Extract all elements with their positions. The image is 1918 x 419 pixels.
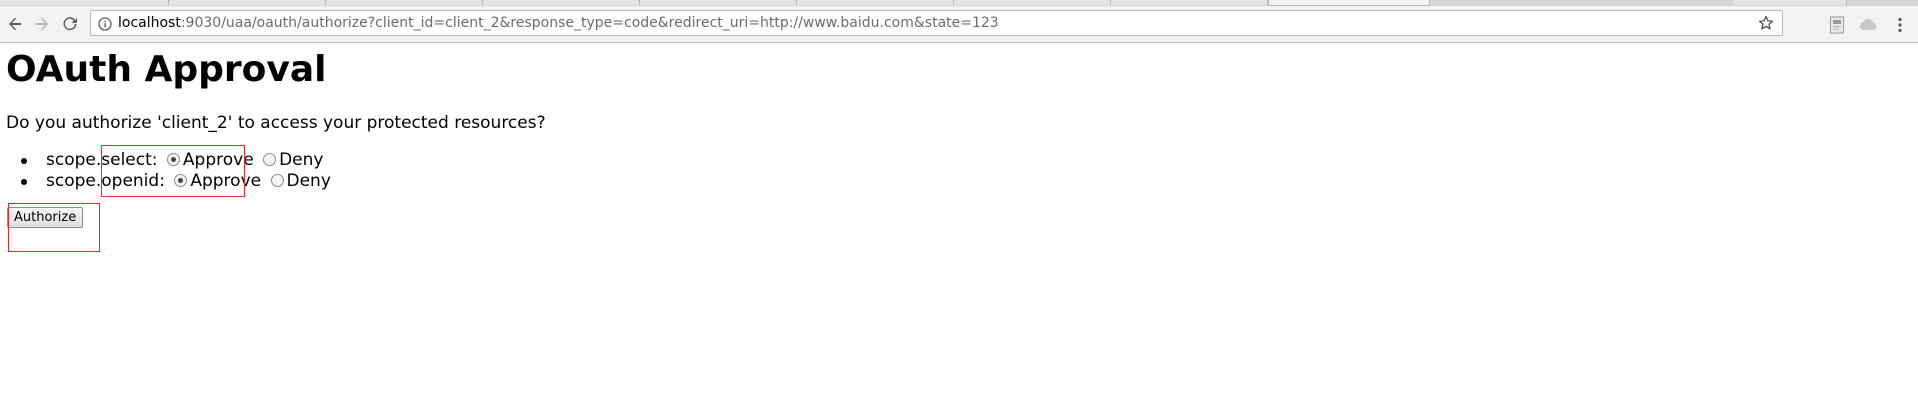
approve-highlight-box: [101, 145, 245, 197]
browser-tab[interactable]: [797, 0, 954, 5]
browser-tab[interactable]: [0, 0, 169, 5]
browser-tab[interactable]: [483, 0, 640, 5]
deny-radio[interactable]: [263, 153, 277, 166]
list-bullet: [21, 158, 27, 164]
deny-label[interactable]: Deny: [287, 171, 331, 191]
url-text[interactable]: localhost:9030/uaa/oauth/authorize?clien…: [118, 15, 999, 32]
pdf-extension-icon[interactable]: [1828, 16, 1846, 34]
deny-label[interactable]: Deny: [279, 150, 323, 170]
arrow-right-icon[interactable]: [33, 15, 51, 33]
arrow-left-icon[interactable]: [6, 15, 24, 33]
info-icon[interactable]: [98, 16, 112, 31]
deny-radio[interactable]: [270, 174, 284, 187]
browser-tab[interactable]: [640, 0, 797, 5]
browser-toolbar: localhost:9030/uaa/oauth/authorize?clien…: [0, 6, 1918, 43]
browser-tab[interactable]: [326, 0, 483, 5]
page-title: OAuth Approval: [6, 49, 327, 90]
browser-tab[interactable]: [954, 0, 1111, 5]
url-path: :9030/uaa/oauth/authorize?client_id=clie…: [180, 15, 999, 31]
star-icon[interactable]: [1758, 15, 1774, 31]
address-bar[interactable]: localhost:9030/uaa/oauth/authorize?clien…: [90, 10, 1783, 36]
authorize-highlight-box: [8, 203, 100, 252]
browser-tab[interactable]: [169, 0, 326, 5]
authorization-question: Do you authorize 'client_2' to access yo…: [6, 113, 546, 133]
reload-icon[interactable]: [61, 15, 79, 33]
url-host: localhost: [118, 15, 181, 31]
browser-tab[interactable]: [1111, 0, 1268, 5]
cloud-extension-icon[interactable]: [1859, 16, 1877, 34]
list-bullet: [21, 179, 27, 185]
browser-tab[interactable]: [1734, 0, 1847, 5]
kebab-menu-icon[interactable]: [1891, 16, 1909, 34]
